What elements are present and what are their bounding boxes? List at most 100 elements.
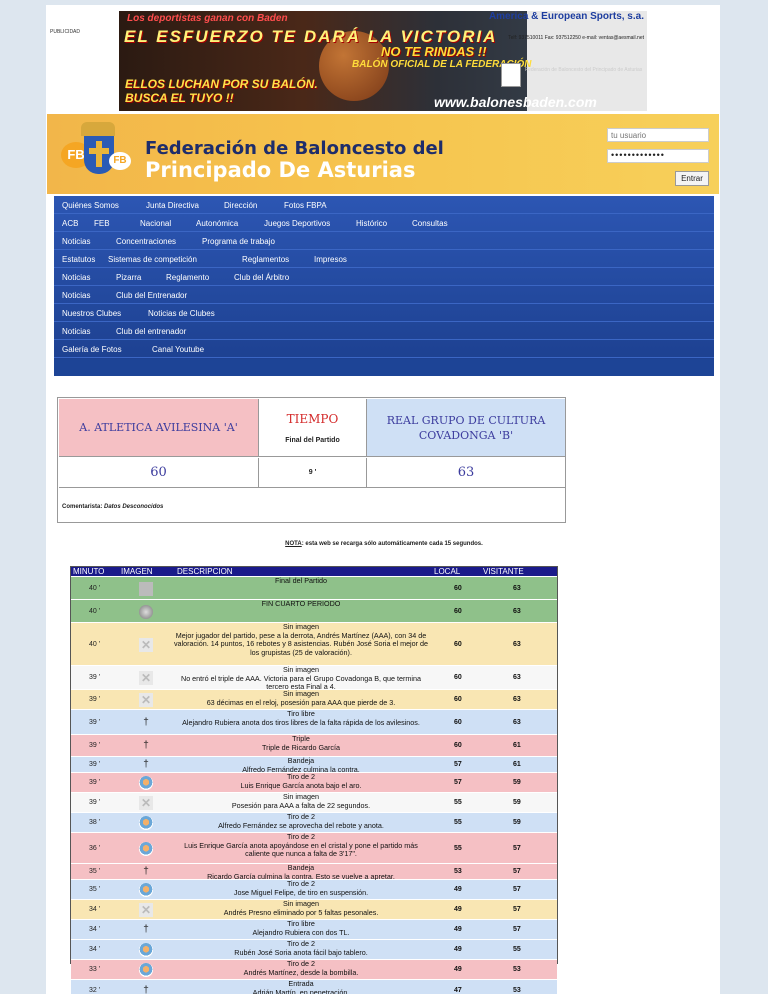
nav-row-4: Estatutos Sistemas de competición Reglam… bbox=[54, 250, 714, 268]
local-score-cell: 49 bbox=[454, 886, 462, 893]
description-cell: Entrada Adrián Martín, en penetración. bbox=[252, 979, 350, 994]
nav-item[interactable]: Club del Entrenador bbox=[116, 291, 187, 300]
nav-item[interactable]: Programa de trabajo bbox=[202, 237, 275, 246]
local-score-cell: 57 bbox=[454, 761, 462, 768]
header-descripcion: DESCRIPCION bbox=[177, 567, 233, 576]
nav-item[interactable]: Estatutos bbox=[62, 255, 95, 264]
nav-item[interactable]: Nacional bbox=[140, 219, 171, 228]
nav-item[interactable]: Junta Directiva bbox=[146, 201, 199, 210]
table-row: 32 ' † Entrada Adrián Martín, en penetració… bbox=[71, 979, 557, 994]
description-cell: Tiro de 2 Luis Enrique García anota apoyá… bbox=[184, 832, 418, 858]
nav-row-1: Quiénes Somos Junta Directiva Dirección … bbox=[54, 196, 714, 214]
nav-item[interactable]: Sistemas de competición bbox=[108, 255, 197, 264]
nav-item[interactable]: Pizarra bbox=[116, 273, 141, 282]
nav-item[interactable]: Autonómica bbox=[196, 219, 238, 228]
nav-item[interactable]: Club del Árbitro bbox=[234, 273, 289, 282]
table-row: 34 ' ✕ Sin imagen Andrés Presno eliminado p… bbox=[71, 899, 557, 920]
fig-icon: † bbox=[143, 740, 149, 751]
table-row: 38 ' Tiro de 2 Alfredo Fernández se aprove… bbox=[71, 812, 557, 833]
local-score-cell: 55 bbox=[454, 844, 462, 852]
nav-item[interactable]: ACB bbox=[62, 219, 78, 228]
visitor-score-cell: 61 bbox=[513, 742, 521, 749]
header-title-2: Principado De Asturias bbox=[145, 158, 416, 182]
nav-item[interactable]: Reglamento bbox=[166, 273, 209, 282]
banner-text-6: BUSCA EL TUYO !! bbox=[125, 91, 234, 105]
header-minuto: MINUTO bbox=[73, 567, 105, 576]
minute-cell: 39 ' bbox=[89, 696, 101, 703]
table-row: 39 ' ✕ Sin imagen Posesión para AAA a falta… bbox=[71, 792, 557, 813]
password-input[interactable]: ••••••••••••• bbox=[607, 149, 709, 163]
local-score-cell: 55 bbox=[454, 819, 462, 826]
username-input[interactable] bbox=[607, 128, 709, 142]
visitor-score-cell: 63 bbox=[513, 696, 521, 703]
nav-row-6: Noticias Club del Entrenador bbox=[54, 286, 714, 304]
header-visitante: VISITANTE bbox=[483, 567, 524, 576]
table-row: 40 ' Final del Partido 60 63 bbox=[71, 576, 557, 600]
nav-item[interactable]: Nuestros Clubes bbox=[62, 309, 121, 318]
table-row: 39 ' † Triple Triple de Ricardo García 60 61 bbox=[71, 734, 557, 757]
fig-icon: † bbox=[143, 924, 149, 935]
nav-item[interactable]: Galería de Fotos bbox=[62, 345, 122, 354]
hoop-icon bbox=[139, 816, 153, 830]
nota-label: NOTA bbox=[285, 541, 302, 547]
minute-cell: 36 ' bbox=[89, 844, 101, 852]
nav-item[interactable]: Noticias bbox=[62, 327, 90, 336]
main-navigation: Quiénes Somos Junta Directiva Dirección … bbox=[54, 196, 714, 376]
local-score-cell: 60 bbox=[454, 584, 462, 592]
nav-item[interactable]: Histórico bbox=[356, 219, 387, 228]
ball-icon bbox=[139, 604, 153, 619]
description-cell: Tiro libre Alejandro Rubiera anota dos ti… bbox=[182, 709, 420, 727]
description-cell: Tiro de 2 Andrés Martínez, desde la bombi… bbox=[243, 959, 359, 977]
local-score-cell: 49 bbox=[454, 906, 462, 913]
x-icon: ✕ bbox=[139, 796, 153, 810]
nav-item[interactable]: Noticias bbox=[62, 291, 90, 300]
nav-item[interactable]: Consultas bbox=[412, 219, 448, 228]
nav-item[interactable]: FEB bbox=[94, 219, 110, 228]
login-submit-button[interactable]: Entrar bbox=[675, 171, 709, 186]
nav-item[interactable]: Dirección bbox=[224, 201, 257, 210]
minute-cell: 35 ' bbox=[89, 868, 101, 875]
banner-text-5: ELLOS LUCHAN POR SU BALÓN. bbox=[125, 77, 318, 91]
description-cell: Triple Triple de Ricardo García bbox=[261, 734, 341, 752]
nav-row-5: Noticias Pizarra Reglamento Club del Árb… bbox=[54, 268, 714, 286]
nav-item[interactable]: Noticias bbox=[62, 273, 90, 282]
fig-icon: † bbox=[143, 985, 149, 994]
nav-row-7: Nuestros Clubes Noticias de Clubes bbox=[54, 304, 714, 322]
commentator-label: Comentarista: bbox=[62, 504, 103, 510]
nav-item[interactable]: Club del entrenador bbox=[116, 327, 186, 336]
minute-cell: 39 ' bbox=[89, 799, 101, 806]
description-cell: Sin imagen Andrés Presno eliminado por 5 … bbox=[223, 899, 379, 917]
minute-cell: 39 ' bbox=[89, 674, 101, 681]
table-header: MINUTO IMAGEN DESCRIPCION LOCAL VISITANT… bbox=[71, 567, 557, 576]
local-score-cell: 60 bbox=[454, 718, 462, 726]
description-cell: Tiro libre Alejandro Rubiera con dos TL. bbox=[252, 919, 350, 937]
nav-bottom-bar bbox=[54, 359, 714, 376]
x-icon: ✕ bbox=[139, 903, 153, 917]
home-team-name: A. ATLETICA AVILESINA 'A' bbox=[59, 399, 259, 457]
publicidad-label: PUBLICIDAD bbox=[50, 29, 80, 35]
nav-item[interactable]: Reglamentos bbox=[242, 255, 289, 264]
table-row: 36 ' Tiro de 2 Luis Enrique García anota a… bbox=[71, 832, 557, 864]
local-score-cell: 49 bbox=[454, 926, 462, 933]
minute-cell: 33 ' bbox=[89, 966, 101, 973]
visitor-score-cell: 59 bbox=[513, 799, 521, 806]
description-cell: Tiro de 2 Jose Miguel Felipe, de tiro en … bbox=[233, 879, 369, 897]
crown-icon bbox=[81, 122, 115, 136]
banner-url: www.balonesbaden.com bbox=[434, 94, 597, 110]
nav-item[interactable]: Juegos Deportivos bbox=[264, 219, 330, 228]
advertising-banner[interactable]: Los deportistas ganan con Baden EL ESFUE… bbox=[119, 11, 647, 111]
banner-text-1: Los deportistas ganan con Baden bbox=[127, 13, 288, 24]
nav-item[interactable]: Impresos bbox=[314, 255, 347, 264]
nav-item[interactable]: Fotos FBPA bbox=[284, 201, 327, 210]
minute-cell: 34 ' bbox=[89, 906, 101, 913]
nav-item[interactable]: Noticias bbox=[62, 237, 90, 246]
federation-small-logo bbox=[501, 63, 521, 87]
visitor-score-cell: 61 bbox=[513, 761, 521, 768]
nav-item[interactable]: Quiénes Somos bbox=[62, 201, 119, 210]
nav-item[interactable]: Noticias de Clubes bbox=[148, 309, 215, 318]
x-icon: ✕ bbox=[139, 693, 153, 707]
nav-item[interactable]: Concentraciones bbox=[116, 237, 176, 246]
cross-icon bbox=[96, 141, 102, 167]
visitor-score-cell: 59 bbox=[513, 819, 521, 826]
nav-item[interactable]: Canal Youtube bbox=[152, 345, 204, 354]
